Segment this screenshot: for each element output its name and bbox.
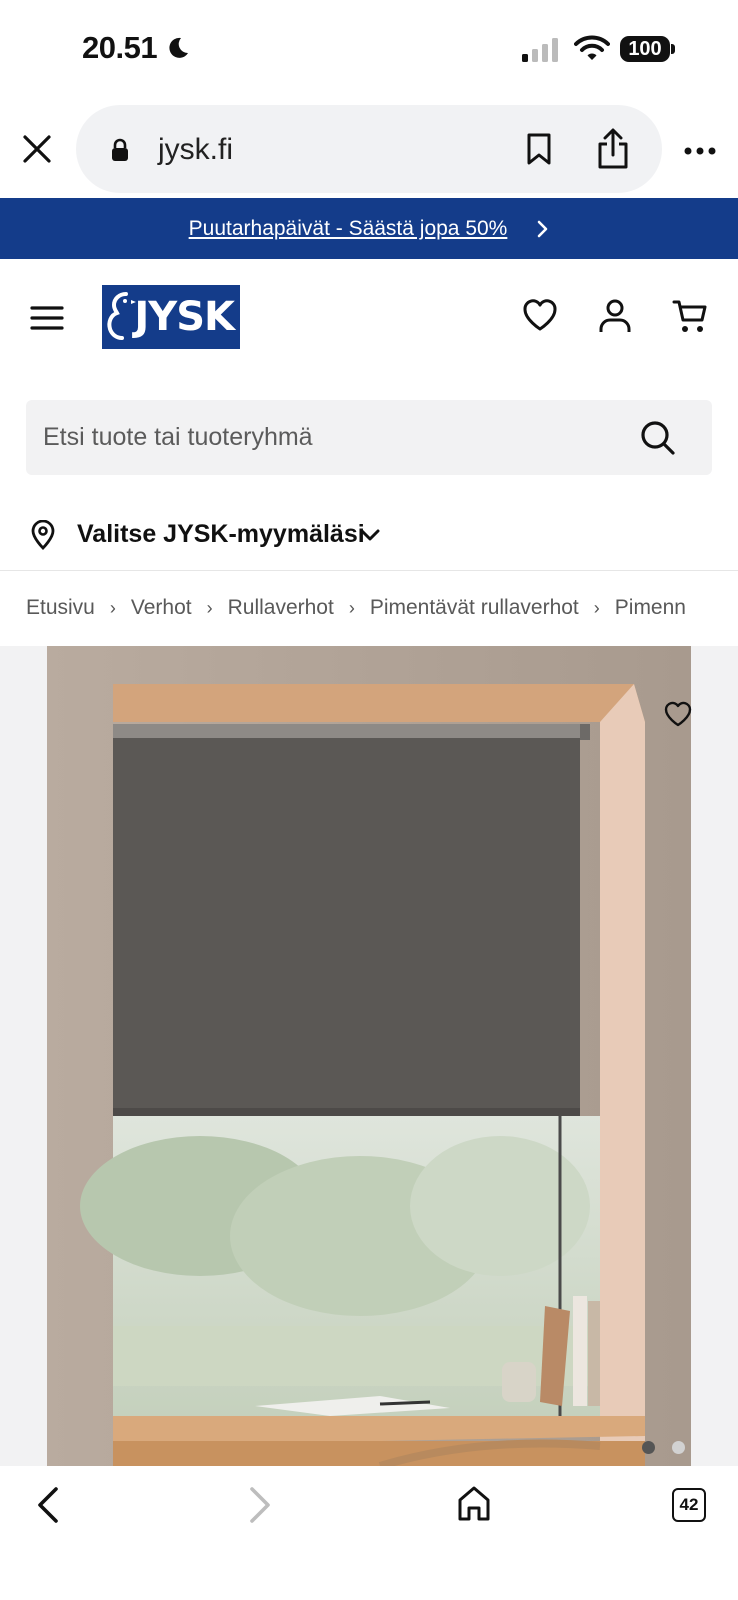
account-icon[interactable] [598,298,632,334]
logo-text: JYSK [134,294,235,340]
more-options-icon[interactable] [684,147,716,155]
breadcrumb-item[interactable]: Rullaverhot [228,596,334,619]
close-icon[interactable] [22,134,52,164]
status-time: 20.51 [82,30,158,65]
cart-icon[interactable] [672,298,708,334]
tab-switcher-button[interactable]: 42 [672,1488,706,1522]
chevron-right-icon [538,220,548,237]
location-pin-icon [31,520,55,550]
breadcrumb-item[interactable]: Verhot [131,596,192,619]
wishlist-heart-icon[interactable] [522,298,558,332]
image-wishlist-heart-icon[interactable] [663,700,693,728]
forward-arrow-icon[interactable] [248,1486,272,1524]
browser-toolbar [0,1466,738,1600]
lock-icon [112,138,128,161]
breadcrumb-separator-icon: › [109,598,116,618]
share-icon[interactable] [596,128,630,170]
bookmark-icon[interactable] [525,132,553,166]
divider [0,570,738,571]
store-selector[interactable]: Valitse JYSK-myymäläsi [77,520,365,549]
battery-cap [671,44,675,54]
breadcrumb-item[interactable]: Etusivu [26,596,95,619]
search-icon[interactable] [640,420,676,456]
back-arrow-icon[interactable] [36,1486,60,1524]
breadcrumb-separator-icon: › [348,598,355,618]
breadcrumb-item[interactable]: Pimentävät rullaverhot [370,596,579,619]
moon-icon [169,37,188,58]
breadcrumb-item[interactable]: Pimenn [615,596,686,619]
battery-indicator: 100 [620,36,670,62]
home-icon[interactable] [456,1484,492,1522]
promo-banner[interactable]: Puutarhapäivät - Säästä jopa 50% [0,198,738,259]
chevron-down-icon[interactable] [360,528,380,542]
menu-icon[interactable] [30,305,64,331]
carousel-dot[interactable] [672,1441,685,1454]
search-input[interactable] [26,400,626,475]
promo-banner-text[interactable]: Puutarhapäivät - Säästä jopa 50% [189,217,508,241]
product-image[interactable] [0,646,738,1466]
breadcrumb-separator-icon: › [206,598,213,618]
breadcrumb-separator-icon: › [593,598,600,618]
wifi-icon [574,35,610,60]
url-text[interactable]: jysk.fi [158,133,233,167]
logo-bird-icon [107,292,136,340]
product-image-gallery[interactable] [0,646,738,1466]
breadcrumb: Etusivu › Verhot › Rullaverhot › Pimentävät ru… [26,596,738,620]
cellular-signal-icon [522,38,558,62]
carousel-dot-active[interactable] [642,1441,655,1454]
